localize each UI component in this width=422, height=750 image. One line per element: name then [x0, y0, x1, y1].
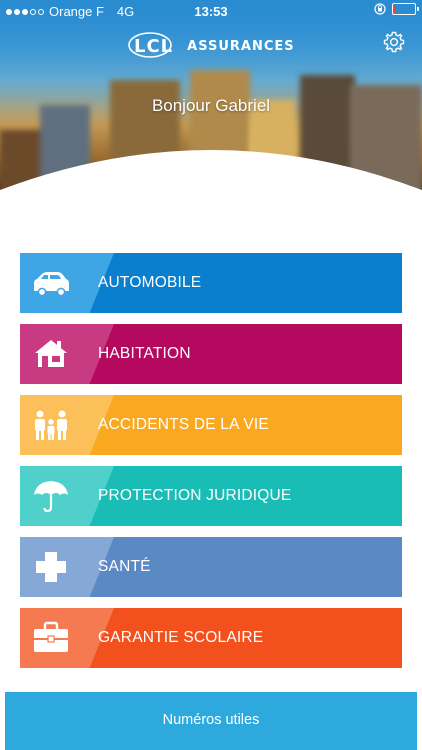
menu-item-label: GARANTIE SCOLAIRE	[98, 629, 264, 646]
logo-ring	[128, 32, 172, 58]
house-icon	[35, 340, 67, 367]
useful-numbers-button[interactable]: Numéros utiles	[5, 692, 417, 750]
greeting-text: Bonjour Gabriel	[151, 96, 271, 115]
umbrella-icon	[34, 481, 68, 513]
menu-item-label: ACCIDENTS DE LA VIE	[98, 416, 269, 433]
menu-item-label: AUTOMOBILE	[98, 274, 202, 291]
lcl-logo: LCL ASSURANCES	[128, 32, 295, 59]
menu-item-accidents[interactable]: ACCIDENTS DE LA VIE	[20, 395, 402, 455]
menu-item-label: HABITATION	[98, 345, 191, 362]
menu-item-garantie-scolaire[interactable]: GARANTIE SCOLAIRE	[20, 608, 402, 668]
menu-item-habitation[interactable]: HABITATION	[20, 324, 402, 384]
cross-icon	[36, 552, 66, 582]
gear-icon	[383, 31, 405, 53]
menu-item-automobile[interactable]: AUTOMOBILE	[20, 253, 402, 313]
menu-item-label: PROTECTION JURIDIQUE	[98, 487, 292, 504]
insurance-menu: AUTOMOBILE HABITATION ACCIDENTS DE LA VI…	[20, 253, 402, 679]
orientation-lock-icon	[374, 3, 386, 15]
settings-button[interactable]	[382, 30, 406, 54]
app-screen: Orange F 4G 13:53 LCL ASSURANCES Bonjour…	[0, 0, 422, 750]
menu-item-protection-juridique[interactable]: PROTECTION JURIDIQUE	[20, 466, 402, 526]
hero-curve	[0, 150, 422, 200]
status-time: 13:53	[194, 4, 228, 19]
useful-numbers-label: Numéros utiles	[162, 712, 260, 728]
car-icon	[34, 272, 69, 297]
family-icon	[35, 410, 67, 440]
battery-icon	[392, 3, 419, 15]
logo-text: ASSURANCES	[187, 39, 295, 54]
menu-item-sante[interactable]: SANTÉ	[20, 537, 402, 597]
menu-item-label: SANTÉ	[98, 558, 151, 575]
briefcase-icon	[34, 621, 68, 652]
status-bar: Orange F 4G 13:53	[0, 0, 422, 22]
